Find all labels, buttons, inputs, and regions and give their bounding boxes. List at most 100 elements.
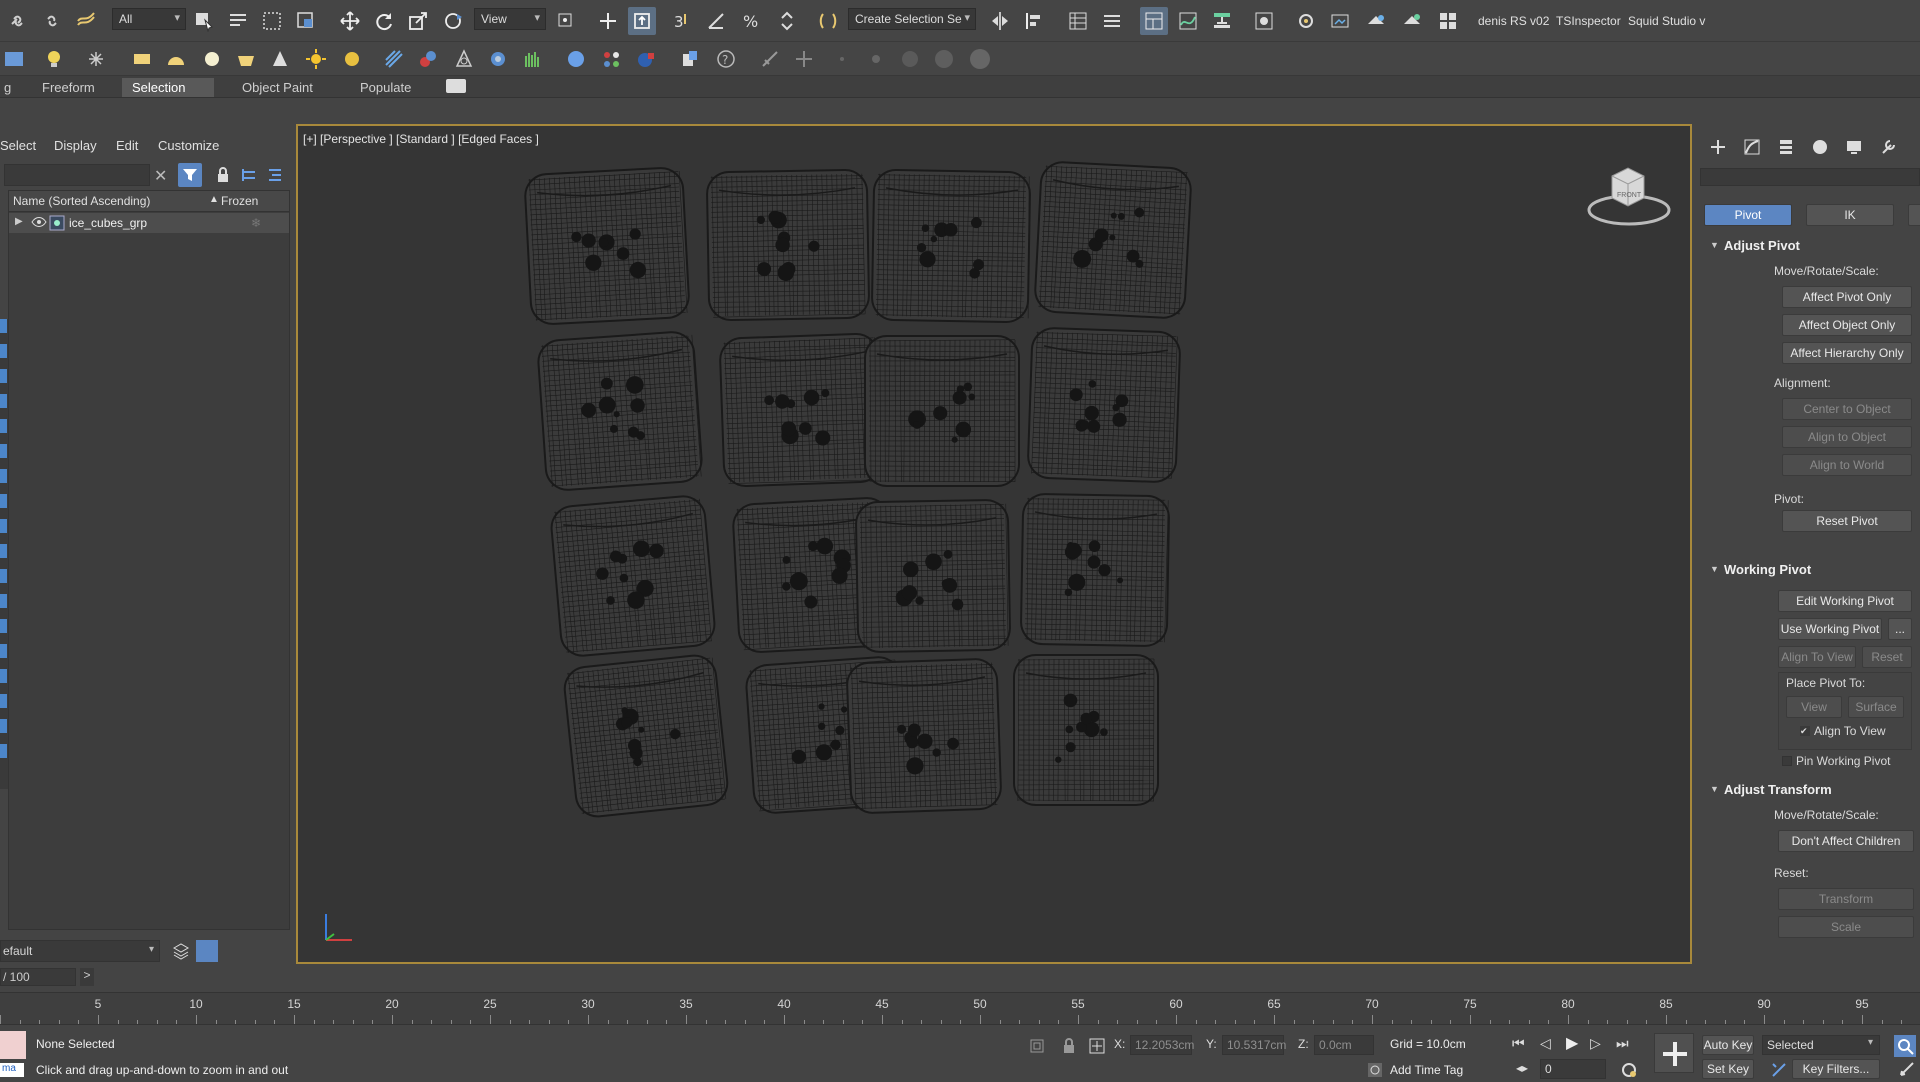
tab-selection[interactable]: Selection: [122, 78, 214, 97]
maxscript-listener-icon[interactable]: [0, 1031, 26, 1059]
particle-icon[interactable]: [598, 45, 626, 73]
side-tool-icon[interactable]: [0, 644, 7, 658]
frame-counter[interactable]: / 100: [0, 968, 76, 986]
sphere-icon[interactable]: [198, 45, 226, 73]
schematic-view-icon[interactable]: [1208, 7, 1236, 35]
create-tab-icon[interactable]: [1704, 136, 1732, 158]
rendered-frame-window-icon[interactable]: [1326, 7, 1354, 35]
isolate-icon[interactable]: [1028, 1037, 1046, 1058]
filter-icon[interactable]: [178, 163, 202, 187]
reference-coord-dropdown[interactable]: View: [474, 8, 546, 30]
frozen-snowflake-icon[interactable]: ❄: [251, 216, 261, 230]
render-production-icon[interactable]: [1362, 7, 1390, 35]
ice-cube[interactable]: [1034, 161, 1192, 319]
script-button-squid[interactable]: Squid Studio v: [1628, 14, 1705, 28]
camera-target-icon[interactable]: [450, 45, 478, 73]
side-tool-icon[interactable]: [0, 519, 7, 533]
move-icon[interactable]: [336, 7, 364, 35]
sun-light-icon[interactable]: [302, 45, 330, 73]
selection-lock-icon[interactable]: [1060, 1037, 1078, 1058]
ice-cubes-wireframe[interactable]: [298, 126, 1690, 962]
tab-populate[interactable]: Populate: [350, 78, 421, 97]
clear-search-icon[interactable]: ✕: [154, 166, 167, 186]
percent-snap-icon[interactable]: %: [738, 7, 766, 35]
object-name-field[interactable]: [1700, 168, 1920, 186]
motion-tab-icon[interactable]: [1806, 136, 1834, 158]
side-tool-icon[interactable]: [0, 394, 7, 408]
spot-light-icon[interactable]: [266, 45, 294, 73]
ice-cube[interactable]: [550, 495, 716, 658]
script-button-denis[interactable]: denis RS v02: [1478, 14, 1549, 28]
ice-cube[interactable]: [846, 658, 1001, 813]
lock-icon[interactable]: [214, 166, 232, 187]
ice-cube[interactable]: [707, 170, 870, 321]
window-crossing-icon[interactable]: [292, 7, 320, 35]
help-icon[interactable]: ?: [712, 45, 740, 73]
ice-cube[interactable]: [1014, 655, 1158, 805]
link-icon[interactable]: [4, 7, 32, 35]
render-sphere-icon[interactable]: [562, 45, 590, 73]
play-icon[interactable]: ▶: [1566, 1033, 1578, 1053]
side-tool-icon[interactable]: [0, 719, 7, 733]
rect-region-icon[interactable]: [258, 7, 286, 35]
key-mode-dropdown[interactable]: Selected: [1762, 1035, 1880, 1055]
goto-start-icon[interactable]: ⏮: [1512, 1035, 1525, 1052]
rollout-working-pivot[interactable]: Working Pivot: [1724, 562, 1811, 577]
mirror-icon[interactable]: [986, 7, 1014, 35]
material-editor-icon[interactable]: [1250, 7, 1278, 35]
fur-icon[interactable]: [518, 45, 546, 73]
menu-edit[interactable]: Edit: [116, 138, 138, 153]
time-config-icon[interactable]: [1620, 1061, 1638, 1082]
ice-cube[interactable]: [1027, 327, 1180, 482]
ice-cube[interactable]: [1021, 494, 1170, 647]
side-tool-icon[interactable]: [0, 469, 7, 483]
proxy-icon[interactable]: [380, 45, 408, 73]
set-key-button[interactable]: Set Key: [1702, 1059, 1754, 1079]
light-bulb-icon[interactable]: [40, 45, 68, 73]
key-mode-toggle-icon[interactable]: ◂▸: [1516, 1061, 1528, 1075]
align-to-view-checkbox[interactable]: ✔: [1800, 726, 1810, 736]
side-tool-icon[interactable]: [0, 694, 7, 708]
asset-icon[interactable]: [676, 45, 704, 73]
y-coordinate-field[interactable]: 10.5317cm: [1222, 1035, 1284, 1055]
ice-cube[interactable]: [872, 170, 1031, 323]
snap-toggle-icon[interactable]: 3: [668, 7, 696, 35]
layers-icon[interactable]: [172, 942, 190, 963]
align-to-view-button[interactable]: Align To View: [1778, 646, 1856, 668]
reset-scale-button[interactable]: Scale: [1778, 916, 1914, 938]
display-tab-icon[interactable]: [1840, 136, 1868, 158]
reset-working-pivot-button[interactable]: Reset: [1862, 646, 1912, 668]
viewport-layout-icon[interactable]: [0, 45, 28, 73]
render-elements-icon[interactable]: [632, 45, 660, 73]
scale-icon[interactable]: [404, 7, 432, 35]
layer-dropdown[interactable]: efault ▾: [0, 940, 160, 962]
ice-cube[interactable]: [856, 500, 1011, 653]
explorer-search-input[interactable]: [4, 164, 150, 186]
script-button-tsinspector[interactable]: TSInspector: [1556, 14, 1621, 28]
side-tool-icon[interactable]: [0, 344, 7, 358]
place-surface-button[interactable]: Surface: [1848, 696, 1904, 718]
omni-light-icon[interactable]: [338, 45, 366, 73]
rollout-adjust-pivot[interactable]: Adjust Pivot: [1724, 238, 1800, 253]
side-tool-icon[interactable]: [0, 669, 7, 683]
absolute-mode-icon[interactable]: [1088, 1037, 1106, 1058]
side-tool-icon[interactable]: [0, 594, 7, 608]
modify-tab-icon[interactable]: [1738, 136, 1766, 158]
side-tool-icon[interactable]: [0, 544, 7, 558]
add-time-tag[interactable]: Add Time Tag: [1390, 1063, 1463, 1077]
viewport-label[interactable]: [+] [Perspective ] [Standard ] [Edged Fa…: [303, 132, 539, 146]
key-filters-button[interactable]: Key Filters...: [1792, 1059, 1880, 1079]
set-key-big-button[interactable]: [1654, 1033, 1694, 1073]
edit-named-selection-icon[interactable]: [814, 7, 842, 35]
maxscript-mini-input[interactable]: ma: [0, 1063, 24, 1077]
side-tool-icon[interactable]: [0, 569, 7, 583]
add-point-icon[interactable]: [790, 45, 818, 73]
unlink-icon[interactable]: [38, 7, 66, 35]
affect-hierarchy-only-button[interactable]: Affect Hierarchy Only: [1782, 342, 1912, 364]
helper-icon[interactable]: [82, 45, 110, 73]
utilities-tab-icon[interactable]: [1874, 136, 1902, 158]
reset-transform-button[interactable]: Transform: [1778, 888, 1914, 910]
plane-icon[interactable]: [128, 45, 156, 73]
side-tool-icon[interactable]: [0, 419, 7, 433]
pin-working-pivot-checkbox[interactable]: [1782, 756, 1792, 766]
